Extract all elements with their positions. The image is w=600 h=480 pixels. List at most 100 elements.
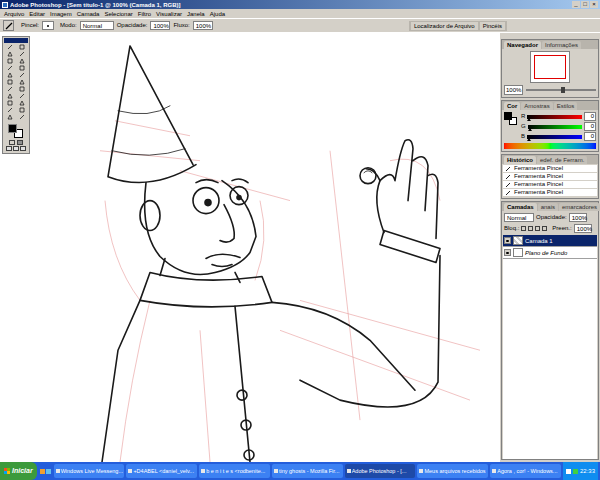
tool-button[interactable] bbox=[17, 93, 29, 99]
tool-button[interactable] bbox=[17, 86, 29, 92]
channel-slider[interactable] bbox=[528, 125, 582, 129]
taskbar-item[interactable]: +D4ABEL <daniel_velv... bbox=[126, 464, 197, 478]
history-item[interactable]: Ferramenta Pincel bbox=[503, 181, 597, 189]
history-tabs: Históricoedef. de Ferram. bbox=[502, 155, 598, 164]
panel-tab[interactable]: Estilos bbox=[554, 102, 578, 110]
menu-item[interactable]: Editar bbox=[29, 10, 45, 18]
tool-button[interactable] bbox=[4, 114, 16, 120]
layer-row[interactable]: Camada 1 bbox=[503, 235, 597, 247]
menu-item[interactable]: Janela bbox=[187, 10, 205, 18]
foreground-swatch[interactable] bbox=[8, 124, 17, 133]
fill-field[interactable]: 100% bbox=[574, 224, 592, 233]
panel-tab[interactable]: edef. de Ferram. bbox=[537, 156, 587, 164]
blend-select[interactable]: Normal bbox=[504, 213, 534, 222]
tray-icon[interactable] bbox=[573, 469, 578, 474]
taskbar-item[interactable]: Agora , cor! - Windows... bbox=[490, 464, 561, 478]
panel-tab[interactable]: anais bbox=[538, 203, 558, 211]
screen-mode-icon[interactable] bbox=[13, 146, 19, 151]
taskbar-item[interactable]: b e n i t e s <rodbenite... bbox=[199, 464, 270, 478]
tool-icon bbox=[19, 58, 25, 64]
brush-tool-icon[interactable] bbox=[3, 20, 14, 31]
channel-value[interactable]: 0 bbox=[584, 112, 596, 121]
tool-button[interactable] bbox=[17, 79, 29, 85]
taskbar-item[interactable]: Windows Live Messeng... bbox=[54, 464, 125, 478]
tray-icon[interactable] bbox=[566, 469, 571, 474]
channel-value[interactable]: 0 bbox=[584, 132, 596, 141]
toolbox-title[interactable] bbox=[4, 38, 28, 43]
history-item[interactable]: Ferramenta Pincel bbox=[503, 189, 597, 197]
tool-button[interactable] bbox=[17, 107, 29, 113]
channel-slider[interactable] bbox=[527, 115, 582, 119]
zoom-slider[interactable] bbox=[526, 89, 596, 91]
tool-button[interactable] bbox=[4, 44, 16, 50]
panel-tab[interactable]: Cor bbox=[504, 102, 520, 110]
tool-button[interactable] bbox=[17, 58, 29, 64]
menu-item[interactable]: Ajuda bbox=[210, 10, 225, 18]
channel-slider[interactable] bbox=[527, 135, 582, 139]
window-control[interactable]: _ bbox=[572, 1, 580, 8]
visibility-icon[interactable] bbox=[504, 237, 511, 244]
visibility-icon[interactable] bbox=[504, 249, 511, 256]
layer-row[interactable]: Plano de Fundo bbox=[503, 247, 597, 259]
tool-button[interactable] bbox=[17, 44, 29, 50]
tool-button[interactable] bbox=[4, 93, 16, 99]
tool-button[interactable] bbox=[17, 51, 29, 57]
tool-button[interactable] bbox=[4, 72, 16, 78]
window-control[interactable]: × bbox=[590, 1, 598, 8]
history-item[interactable]: Ferramenta Pincel bbox=[503, 165, 597, 173]
taskbar-item[interactable]: tiny ghosts - Mozilla Fir... bbox=[272, 464, 343, 478]
lock-icon[interactable] bbox=[528, 226, 533, 231]
lock-icon[interactable] bbox=[535, 226, 540, 231]
opacity-field[interactable]: 100% bbox=[150, 21, 170, 30]
tool-button[interactable] bbox=[4, 51, 16, 57]
lock-icon[interactable] bbox=[521, 226, 526, 231]
panel-tab[interactable]: Histórico bbox=[504, 156, 536, 164]
history-item[interactable]: Ferramenta Pincel bbox=[503, 173, 597, 181]
tool-button[interactable] bbox=[4, 100, 16, 106]
tool-button[interactable] bbox=[17, 65, 29, 71]
canvas[interactable] bbox=[0, 33, 500, 462]
panel-tab[interactable]: Amostras bbox=[521, 102, 552, 110]
tool-button[interactable] bbox=[17, 72, 29, 78]
mode-icon[interactable] bbox=[17, 140, 23, 145]
screen-mode-icon[interactable] bbox=[6, 146, 12, 151]
tool-button[interactable] bbox=[4, 107, 16, 113]
menu-item[interactable]: Arquivo bbox=[4, 10, 24, 18]
zoom-field[interactable]: 100% bbox=[504, 85, 523, 95]
layer-opacity-field[interactable]: 100% bbox=[569, 213, 587, 222]
panel-tab[interactable]: Informações bbox=[542, 41, 581, 49]
flow-field[interactable]: 100% bbox=[193, 21, 213, 30]
palette-well-tab[interactable]: Pincéis bbox=[480, 22, 505, 30]
tool-button[interactable] bbox=[4, 58, 16, 64]
taskbar-item[interactable]: Meus arquivos recebidos bbox=[417, 464, 488, 478]
mode-icon[interactable] bbox=[9, 140, 15, 145]
quick-launch-icon[interactable] bbox=[46, 469, 51, 474]
taskbar-item[interactable]: Adobe Photoshop - [... bbox=[345, 464, 416, 478]
mode-select[interactable]: Normal bbox=[80, 21, 114, 30]
spectrum-bar[interactable] bbox=[504, 143, 596, 149]
quick-launch-icon[interactable] bbox=[40, 469, 45, 474]
screen-mode-icon[interactable] bbox=[20, 146, 26, 151]
menu-item[interactable]: Selecionar bbox=[104, 10, 132, 18]
menu-item[interactable]: Filtro bbox=[138, 10, 151, 18]
channel-value[interactable]: 0 bbox=[584, 122, 596, 131]
menu-item[interactable]: Imagem bbox=[50, 10, 72, 18]
tool-button[interactable] bbox=[4, 79, 16, 85]
color-swatches[interactable] bbox=[4, 123, 28, 139]
lock-icon[interactable] bbox=[542, 226, 547, 231]
tool-button[interactable] bbox=[17, 100, 29, 106]
tool-button[interactable] bbox=[4, 86, 16, 92]
palette-well-tab[interactable]: Localizador de Arquivo bbox=[411, 22, 478, 30]
navigator-preview[interactable] bbox=[530, 51, 570, 83]
panel-tab[interactable]: Camadas bbox=[504, 203, 537, 211]
window-control[interactable]: □ bbox=[581, 1, 589, 8]
tool-button[interactable] bbox=[4, 65, 16, 71]
color-swatches[interactable] bbox=[504, 112, 518, 126]
tool-button[interactable] bbox=[17, 114, 29, 120]
start-button[interactable]: Iniciar bbox=[0, 462, 37, 480]
menu-item[interactable]: Visualizar bbox=[156, 10, 182, 18]
menu-item[interactable]: Camada bbox=[77, 10, 100, 18]
panel-tab[interactable]: Navegador bbox=[504, 41, 541, 49]
brush-preview[interactable] bbox=[42, 21, 54, 30]
panel-tab[interactable]: emarcadores bbox=[559, 203, 600, 211]
